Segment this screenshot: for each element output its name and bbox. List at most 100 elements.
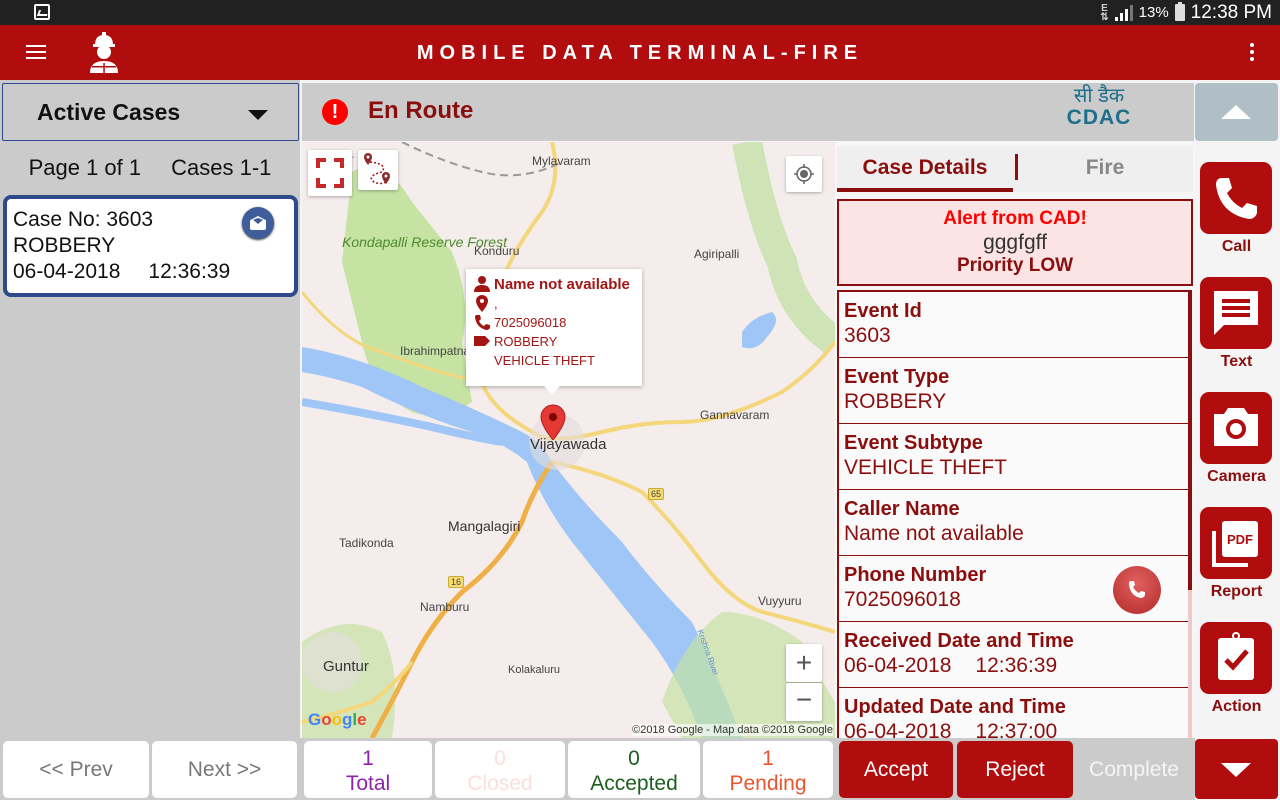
case-time: 12:36:39 xyxy=(148,260,231,283)
map-marker-icon[interactable] xyxy=(540,404,566,440)
location-pin-icon xyxy=(476,295,488,312)
more-vert-icon[interactable] xyxy=(1250,43,1254,61)
case-fields-list[interactable]: Event Id 3603 Event Type ROBBERY Event S… xyxy=(837,290,1192,740)
map-label-guntur: Guntur xyxy=(323,658,369,675)
prev-page-button[interactable]: << Prev xyxy=(3,741,149,798)
map-label-mangalagiri: Mangalagiri xyxy=(448,518,521,534)
map-label-vuyyuru: Vuyyuru xyxy=(758,594,802,608)
map-label-agiripalli: Agiripalli xyxy=(694,247,740,261)
field-label: Updated Date and Time xyxy=(844,696,1066,718)
case-status: En Route xyxy=(368,97,474,124)
field-caller-name: Caller Name Name not available xyxy=(839,490,1189,556)
scroll-up-button[interactable] xyxy=(1195,83,1278,141)
alert-circle-icon: ! xyxy=(322,99,348,125)
zoom-out-button[interactable]: − xyxy=(786,683,822,721)
info-subtype: VEHICLE THEFT xyxy=(494,353,595,368)
stat-count: 0 xyxy=(494,747,506,770)
camera-action-label: Camera xyxy=(1207,468,1266,485)
stat-label: Total xyxy=(345,772,391,795)
info-type-row: ROBBERY VEHICLE THEFT xyxy=(474,332,634,370)
field-value: Name not available xyxy=(844,522,1024,545)
updated-time: 12:37:00 xyxy=(975,720,1058,740)
tab-case-details[interactable]: Case Details xyxy=(837,146,1013,192)
map-label-gannavaram: Gannavaram xyxy=(700,408,770,422)
app-title: MOBILE DATA TERMINAL-FIRE xyxy=(416,42,864,64)
route-icon xyxy=(364,153,390,185)
tab-fire[interactable]: Fire xyxy=(1017,146,1193,192)
field-value: 3603 xyxy=(844,324,891,347)
stat-accepted[interactable]: 0 Accepted xyxy=(568,741,700,798)
call-action-button[interactable]: Call xyxy=(1200,162,1273,256)
field-value: 06-04-2018 12:36:39 xyxy=(844,653,1184,679)
report-action-button[interactable]: PDF Report xyxy=(1200,507,1273,601)
text-action-label: Text xyxy=(1220,353,1253,370)
action-action-button[interactable]: Action xyxy=(1200,622,1273,716)
cdac-logo-english: CDAC xyxy=(1066,106,1132,129)
field-updated-datetime: Updated Date and Time 06-04-2018 12:37:00 xyxy=(839,688,1189,740)
camera-action-button[interactable]: Camera xyxy=(1200,392,1273,486)
fullscreen-button[interactable] xyxy=(308,150,352,196)
reject-button[interactable]: Reject xyxy=(957,741,1073,798)
field-label: Event Type xyxy=(844,366,950,388)
field-event-id: Event Id 3603 xyxy=(839,292,1189,358)
stat-pending[interactable]: 1 Pending xyxy=(703,741,833,798)
pdf-icon: PDF xyxy=(1212,521,1258,567)
info-phone: 7025096018 xyxy=(494,315,567,330)
field-received-datetime: Received Date and Time 06-04-2018 12:36:3… xyxy=(839,622,1189,688)
cdac-logo-hindi: सी डैक xyxy=(1073,85,1125,107)
caret-up-icon xyxy=(1221,105,1251,119)
action-sidebar: Call Text Camera PDF Report Action xyxy=(1195,80,1280,800)
map-view[interactable]: Allur Mylavaram Kondapalli Reserve Fores… xyxy=(302,142,835,738)
label-tag-icon xyxy=(474,336,490,346)
map-label-forest: Kondapalli Reserve Forest xyxy=(342,234,507,250)
info-caller-row: Name not available xyxy=(474,275,634,294)
app-bar: MOBILE DATA TERMINAL-FIRE xyxy=(0,25,1280,80)
map-copyright: ©2018 Google - Map data ©2018 Google xyxy=(632,724,833,736)
phone-icon xyxy=(475,315,490,330)
field-label: Event Subtype xyxy=(844,432,983,454)
fields-scrollbar-thumb[interactable] xyxy=(1188,290,1192,590)
map-label-kolakaluru: Kolakaluru xyxy=(508,664,560,676)
call-action-label: Call xyxy=(1221,238,1252,255)
route-button[interactable] xyxy=(358,150,398,190)
text-action-button[interactable]: Text xyxy=(1200,277,1273,371)
scroll-down-button[interactable] xyxy=(1195,739,1278,799)
stat-label: Accepted xyxy=(590,772,678,795)
network-type-icon: E ⇅ xyxy=(1100,2,1109,23)
updated-date: 06-04-2018 xyxy=(844,720,952,740)
call-caller-button[interactable] xyxy=(1113,566,1161,614)
my-location-button[interactable] xyxy=(786,156,822,192)
field-value: VEHICLE THEFT xyxy=(844,456,1007,479)
pagination-info: Page 1 of 1 Cases 1-1 xyxy=(0,155,300,181)
zoom-in-button[interactable]: + xyxy=(786,644,822,682)
system-status-bar: E ⇅ 13% 12:38 PM xyxy=(0,0,1280,25)
field-value: 06-04-2018 12:37:00 xyxy=(844,719,1184,740)
highway-shield-16: 16 xyxy=(448,576,465,588)
stat-count: 1 xyxy=(762,747,774,770)
person-icon xyxy=(474,276,490,292)
received-time: 12:36:39 xyxy=(975,654,1058,677)
case-type: ROBBERY xyxy=(13,234,116,257)
stat-total[interactable]: 1 Total xyxy=(304,741,432,798)
clipboard-check-icon xyxy=(1218,632,1254,680)
field-event-type: Event Type ROBBERY xyxy=(839,358,1189,424)
cad-alert-priority: Priority LOW xyxy=(956,255,1074,276)
network-type-label: E xyxy=(1101,2,1108,14)
google-logo: Google xyxy=(308,710,367,729)
case-status-header: ! En Route सी डैक CDAC xyxy=(302,83,1194,141)
page-indicator: Page 1 of 1 xyxy=(28,155,142,180)
accept-button[interactable]: Accept xyxy=(839,741,953,798)
highway-shield-65: 65 xyxy=(648,488,665,500)
signal-strength-icon xyxy=(1114,4,1133,21)
stat-count: 0 xyxy=(628,747,640,770)
case-list-item[interactable]: Case No: 3603 ROBBERY 06-04-2018 12:36:39 xyxy=(3,195,298,297)
next-page-button[interactable]: Next >> xyxy=(152,741,297,798)
case-filter-dropdown[interactable]: Active Cases xyxy=(2,83,299,141)
map-info-window[interactable]: Name not available , 7025096018 ROBBERY V… xyxy=(466,269,642,394)
message-icon xyxy=(1214,291,1258,335)
stat-closed[interactable]: 0 Closed xyxy=(435,741,565,798)
svg-text:PDF: PDF xyxy=(1227,532,1253,547)
map-label-mylavaram: Mylavaram xyxy=(532,154,591,168)
complete-button[interactable]: Complete xyxy=(1077,741,1191,798)
report-action-label: Report xyxy=(1210,583,1263,600)
